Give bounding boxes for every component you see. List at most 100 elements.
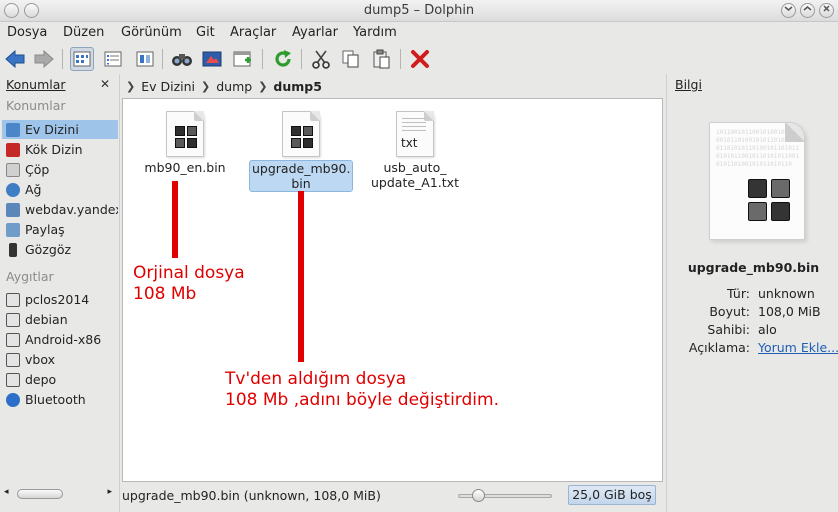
new-window-icon: [233, 51, 251, 67]
status-text: upgrade_mb90.bin (unknown, 108,0 MiB): [122, 488, 381, 503]
refresh-icon: [275, 50, 291, 67]
delete-icon: [411, 50, 429, 68]
annotation-line-tv: [298, 191, 304, 362]
menu-dosya[interactable]: Dosya: [7, 25, 47, 40]
file-item-mb90-en[interactable]: mb90_en.bin: [133, 111, 237, 175]
refresh-button[interactable]: [271, 47, 295, 71]
file-name: upgrade_mb90. bin: [249, 160, 353, 192]
zoom-knob[interactable]: [472, 489, 485, 502]
drive-icon: [6, 332, 20, 347]
file-item-upgrade-mb90[interactable]: upgrade_mb90. bin: [249, 111, 353, 192]
preview-button[interactable]: [200, 47, 224, 71]
drive-icon: [6, 292, 20, 307]
chevron-right-icon[interactable]: ❯: [258, 80, 267, 93]
file-view[interactable]: mb90_en.bin upgrade_mb90. bin txt usb_au…: [122, 98, 663, 482]
right-splitter[interactable]: [666, 74, 667, 512]
info-row-type: Tür: unknown: [727, 286, 815, 301]
menu-git[interactable]: Git: [196, 25, 215, 40]
minimize-button[interactable]: [781, 3, 796, 18]
device-android-x86[interactable]: Android-x86: [2, 330, 118, 349]
places-header: Konumlar: [6, 77, 66, 92]
close-button[interactable]: [819, 3, 834, 18]
device-depo[interactable]: depo: [2, 370, 118, 389]
place-network[interactable]: Ağ: [2, 180, 118, 199]
back-arrow-icon: [5, 50, 25, 68]
section-devices: Aygıtlar: [6, 269, 54, 284]
split-view-button[interactable]: [133, 47, 157, 71]
phone-icon: [9, 242, 17, 257]
device-bluetooth[interactable]: Bluetooth: [2, 390, 118, 409]
close-icon[interactable]: ✕: [100, 77, 110, 91]
binary-file-icon: [282, 111, 320, 157]
title-bar: dump5 – Dolphin: [0, 0, 838, 22]
device-debian[interactable]: debian: [2, 310, 118, 329]
place-webdav[interactable]: webdav.yandex: [2, 200, 118, 219]
copy-icon: [342, 50, 359, 68]
network-folder-icon: [6, 202, 20, 217]
left-splitter[interactable]: [119, 74, 120, 512]
section-places: Konumlar: [6, 98, 66, 113]
root-folder-icon: [6, 142, 20, 157]
places-horizontal-scrollbar[interactable]: ◂ ▸: [4, 487, 112, 500]
add-comment-link[interactable]: Yorum Ekle...: [758, 340, 838, 355]
zoom-slider[interactable]: [458, 489, 552, 502]
menu-duzen[interactable]: Düzen: [63, 25, 104, 40]
share-folder-icon: [6, 222, 20, 237]
icons-view-button[interactable]: [70, 47, 94, 71]
drive-icon: [6, 352, 20, 367]
cut-button[interactable]: [309, 47, 333, 71]
chevron-down-icon: [784, 6, 793, 11]
menu-araclar[interactable]: Araçlar: [230, 25, 276, 40]
breadcrumb: ❯ Ev Dizini ❯ dump ❯ dump5: [122, 74, 664, 98]
details-view-button[interactable]: [101, 47, 125, 71]
place-share[interactable]: Paylaş: [2, 220, 118, 239]
free-space-indicator[interactable]: 25,0 GiB boş: [568, 485, 656, 505]
toolbar-separator: [400, 49, 401, 69]
find-icon: [172, 54, 192, 66]
info-header: Bilgi: [675, 77, 702, 92]
forward-arrow-icon: [34, 50, 54, 68]
file-preview-icon: 1011001011001010010110100101101001010110…: [709, 122, 805, 240]
place-trash[interactable]: Çöp: [2, 160, 118, 179]
copy-button[interactable]: [339, 47, 363, 71]
text-file-icon: txt: [396, 111, 434, 157]
scroll-right-icon[interactable]: ▸: [107, 487, 112, 497]
place-root[interactable]: Kök Dizin: [2, 140, 118, 159]
scrollbar-thumb[interactable]: [17, 489, 63, 499]
file-item-usb-auto-update[interactable]: txt usb_auto_ update_A1.txt: [363, 111, 467, 190]
info-panel: Bilgi 1011001011001010010110100101101001…: [669, 74, 838, 512]
crumb-dump[interactable]: dump: [216, 79, 252, 94]
maximize-button[interactable]: [800, 3, 815, 18]
menu-yardim[interactable]: Yardım: [353, 25, 397, 40]
window-title: dump5 – Dolphin: [363, 3, 475, 18]
annotation-tv: Tv'den aldığım dosya 108 Mb ,adını böyle…: [225, 369, 499, 410]
drive-icon: [6, 372, 20, 387]
menu-gorunum[interactable]: Görünüm: [121, 25, 182, 40]
bluetooth-icon: [6, 392, 20, 407]
home-icon: [6, 122, 20, 137]
menu-ayarlar[interactable]: Ayarlar: [292, 25, 338, 40]
chevron-up-icon: [803, 6, 812, 11]
place-gozgoz[interactable]: Gözgöz: [2, 240, 118, 259]
split-view-icon: [136, 51, 154, 67]
crumb-dump5[interactable]: dump5: [273, 79, 322, 94]
forward-button[interactable]: [32, 47, 56, 71]
toolbar: [0, 44, 838, 74]
delete-button[interactable]: [408, 47, 432, 71]
device-pclos2014[interactable]: pclos2014: [2, 290, 118, 309]
preview-icon: [202, 51, 222, 67]
trash-icon: [6, 162, 20, 177]
status-bar: upgrade_mb90.bin (unknown, 108,0 MiB) 25…: [122, 484, 663, 508]
paste-icon: [373, 49, 390, 69]
crumb-home[interactable]: Ev Dizini: [141, 79, 195, 94]
paste-button[interactable]: [369, 47, 393, 71]
find-button[interactable]: [170, 47, 194, 71]
place-home[interactable]: Ev Dizini: [2, 120, 118, 139]
file-type-tag: txt: [401, 136, 418, 150]
back-button[interactable]: [3, 47, 27, 71]
toolbar-separator: [162, 49, 163, 69]
scroll-left-icon[interactable]: ◂: [4, 487, 9, 497]
chevron-right-icon[interactable]: ❯: [201, 80, 210, 93]
device-vbox[interactable]: vbox: [2, 350, 118, 369]
new-folder-button[interactable]: [231, 47, 255, 71]
